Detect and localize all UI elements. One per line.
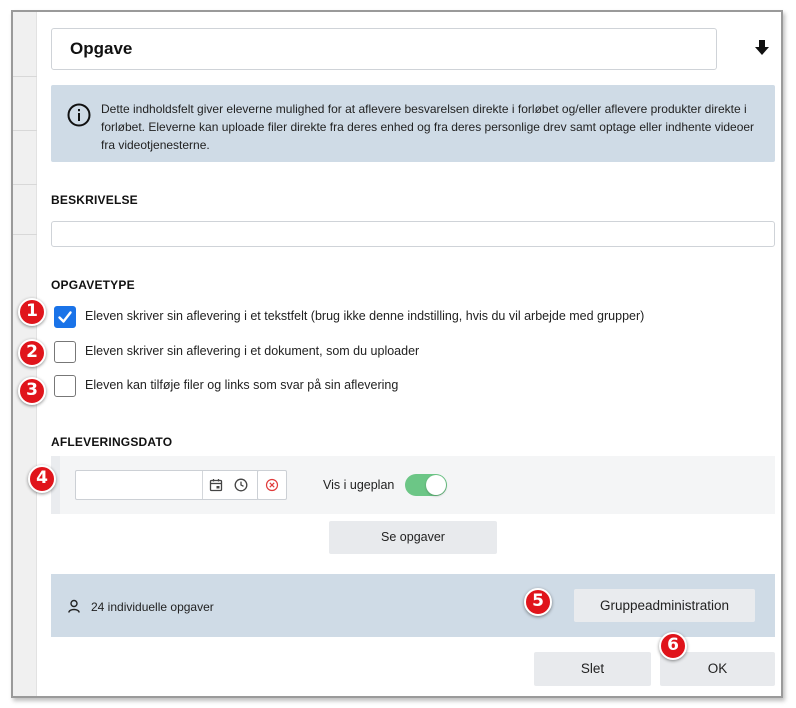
download-icon[interactable]	[753, 38, 771, 58]
group-admin-button[interactable]: Gruppeadministration	[574, 589, 755, 622]
group-count-text: 24 individuelle opgaver	[91, 600, 214, 614]
due-date-label: AFLEVERINGSDATO	[51, 435, 173, 449]
document-option-label: Eleven skriver sin aflevering i et dokum…	[85, 344, 420, 358]
clear-icon	[265, 478, 279, 492]
files-checkbox[interactable]	[54, 375, 76, 397]
title-field[interactable]: Opgave	[51, 28, 717, 70]
calendar-icon[interactable]	[209, 478, 223, 492]
clear-date-button[interactable]	[257, 470, 287, 500]
textfield-option-label: Eleven skriver sin aflevering i et tekst…	[85, 309, 645, 323]
description-label: BESKRIVELSE	[51, 193, 138, 207]
annotation-badge-5: 5	[524, 588, 552, 616]
annotation-badge-6: 6	[659, 632, 687, 660]
delete-button[interactable]: Slet	[534, 652, 651, 686]
clock-icon[interactable]	[234, 478, 248, 492]
files-option-label: Eleven kan tilføje filer og links som sv…	[85, 378, 399, 392]
info-box: Dette indholdsfelt giver eleverne muligh…	[51, 85, 775, 162]
check-icon	[58, 311, 72, 323]
weekplan-toggle[interactable]	[405, 474, 447, 496]
task-type-label: OPGAVETYPE	[51, 278, 135, 292]
document-checkbox[interactable]	[54, 341, 76, 363]
toggle-knob	[426, 475, 446, 495]
dialog-frame: Opgave Dette indholdsfelt giver eleverne…	[11, 10, 783, 698]
person-icon	[68, 599, 80, 613]
weekplan-label: Vis i ugeplan	[323, 478, 395, 492]
due-date-section: Vis i ugeplan	[51, 456, 775, 514]
due-date-input[interactable]	[75, 470, 259, 500]
annotation-badge-4: 4	[28, 465, 56, 493]
annotation-badge-2: 2	[18, 339, 46, 367]
textfield-checkbox[interactable]	[54, 306, 76, 328]
see-tasks-button[interactable]: Se opgaver	[329, 521, 497, 554]
task-panel: Opgave Dette indholdsfelt giver eleverne…	[37, 12, 781, 696]
annotation-badge-3: 3	[18, 377, 46, 405]
group-section: 24 individuelle opgaver Gruppeadministra…	[51, 574, 775, 637]
info-text: Dette indholdsfelt giver eleverne muligh…	[101, 102, 755, 152]
annotation-badge-1: 1	[18, 298, 46, 326]
description-input[interactable]	[51, 221, 775, 247]
info-icon	[67, 103, 91, 127]
